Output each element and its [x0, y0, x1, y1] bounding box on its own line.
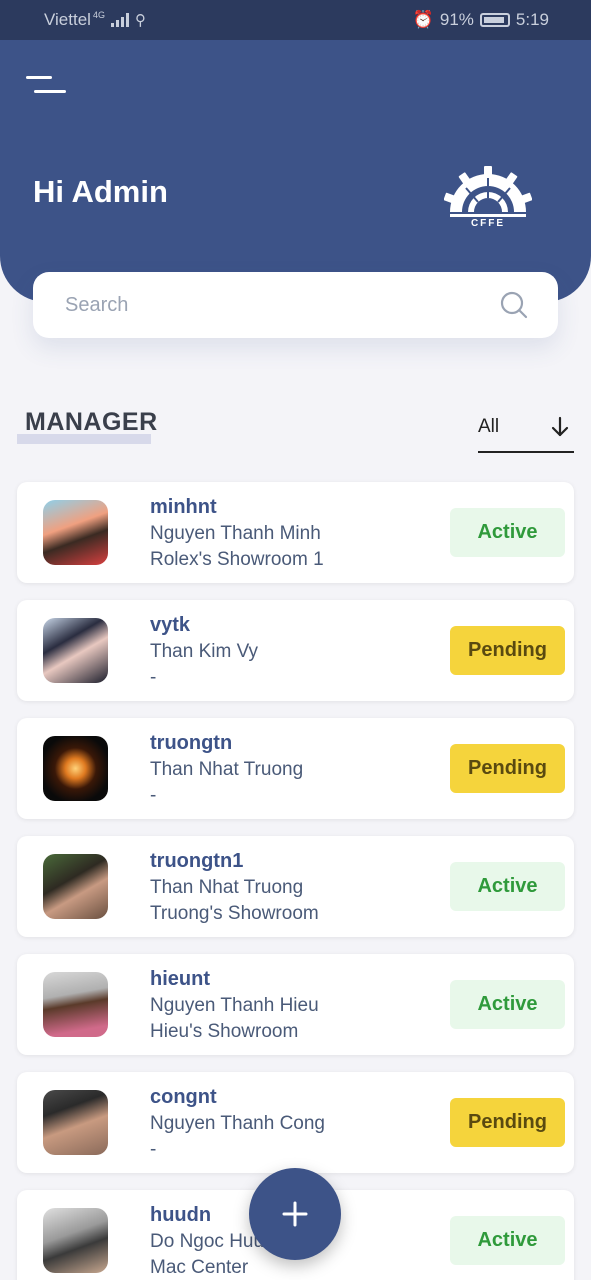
manager-username: vytk — [150, 614, 191, 636]
avatar — [43, 854, 108, 919]
avatar — [43, 618, 108, 683]
usb-icon: ⚲ — [134, 12, 146, 29]
cffe-logo: CFFE — [443, 164, 533, 230]
status-badge: Active — [450, 508, 565, 557]
manager-username: truongtn — [150, 732, 233, 754]
manager-card[interactable]: congnt Nguyen Thanh Cong - Pending — [17, 1072, 574, 1173]
manager-showroom: - — [150, 785, 157, 806]
filter-value: All — [478, 416, 500, 437]
plus-icon — [282, 1201, 308, 1227]
manager-showroom: - — [150, 1139, 157, 1160]
manager-full-name: Than Nhat Truong — [150, 759, 304, 780]
manager-username: huudn — [150, 1204, 212, 1226]
manager-card[interactable]: hieunt Nguyen Thanh Hieu Hieu's Showroom… — [17, 954, 574, 1055]
search-icon[interactable] — [500, 291, 528, 319]
gear-logo-icon — [443, 166, 533, 217]
battery-percent: 91% — [439, 10, 474, 29]
search-input[interactable] — [65, 293, 465, 317]
manager-showroom: Mac Center — [150, 1257, 249, 1278]
manager-full-name: Do Ngoc Huu — [150, 1231, 265, 1252]
carrier-name: Viettel — [44, 10, 91, 29]
network-type: 4G — [92, 10, 105, 20]
avatar — [43, 736, 108, 801]
status-left: Viettel 4G ⚲ — [44, 10, 146, 30]
manager-username: congnt — [150, 1086, 217, 1108]
avatar — [43, 972, 108, 1037]
alarm-icon: ⏰ — [412, 10, 434, 29]
manager-full-name: Nguyen Thanh Minh — [150, 523, 321, 544]
battery-icon — [479, 13, 510, 27]
status-badge: Pending — [450, 744, 565, 793]
avatar — [43, 500, 108, 565]
manager-showroom: - — [150, 667, 157, 688]
search-bar[interactable] — [33, 272, 558, 338]
manager-full-name: Nguyen Thanh Cong — [150, 1113, 325, 1134]
status-badge: Pending — [450, 626, 565, 675]
signal-icon — [110, 13, 129, 27]
manager-card[interactable]: truongtn1 Than Nhat Truong Truong's Show… — [17, 836, 574, 937]
logo-text: CFFE — [470, 218, 506, 229]
manager-full-name: Nguyen Thanh Hieu — [150, 995, 319, 1016]
status-badge: Pending — [450, 1098, 565, 1147]
manager-card[interactable]: truongtn Than Nhat Truong - Pending — [17, 718, 574, 819]
manager-full-name: Than Kim Vy — [150, 641, 259, 662]
arrow-down-icon — [551, 416, 569, 437]
manager-showroom: Truong's Showroom — [150, 903, 319, 924]
add-manager-button[interactable] — [249, 1168, 341, 1260]
status-badge: Active — [450, 862, 565, 911]
status-right: ⏰ 91% 5:19 — [413, 10, 549, 30]
avatar — [43, 1090, 108, 1155]
manager-username: minhnt — [150, 496, 217, 518]
manager-username: hieunt — [150, 968, 210, 990]
greeting-title: Hi Admin — [33, 174, 168, 209]
manager-showroom: Hieu's Showroom — [150, 1021, 299, 1042]
status-badge: Active — [450, 1216, 565, 1265]
manager-card[interactable]: minhnt Nguyen Thanh Minh Rolex's Showroo… — [17, 482, 574, 583]
status-badge: Active — [450, 980, 565, 1029]
manager-username: truongtn1 — [150, 850, 244, 872]
section-title: MANAGER — [25, 408, 158, 436]
avatar — [43, 1208, 108, 1273]
manager-full-name: Than Nhat Truong — [150, 877, 304, 898]
menu-icon[interactable] — [24, 76, 68, 98]
status-filter-dropdown[interactable]: All — [478, 412, 574, 453]
manager-showroom: Rolex's Showroom 1 — [150, 549, 324, 570]
clock-time: 5:19 — [515, 10, 549, 29]
manager-card[interactable]: vytk Than Kim Vy - Pending — [17, 600, 574, 701]
status-bar: Viettel 4G ⚲ ⏰ 91% 5:19 — [0, 0, 591, 40]
